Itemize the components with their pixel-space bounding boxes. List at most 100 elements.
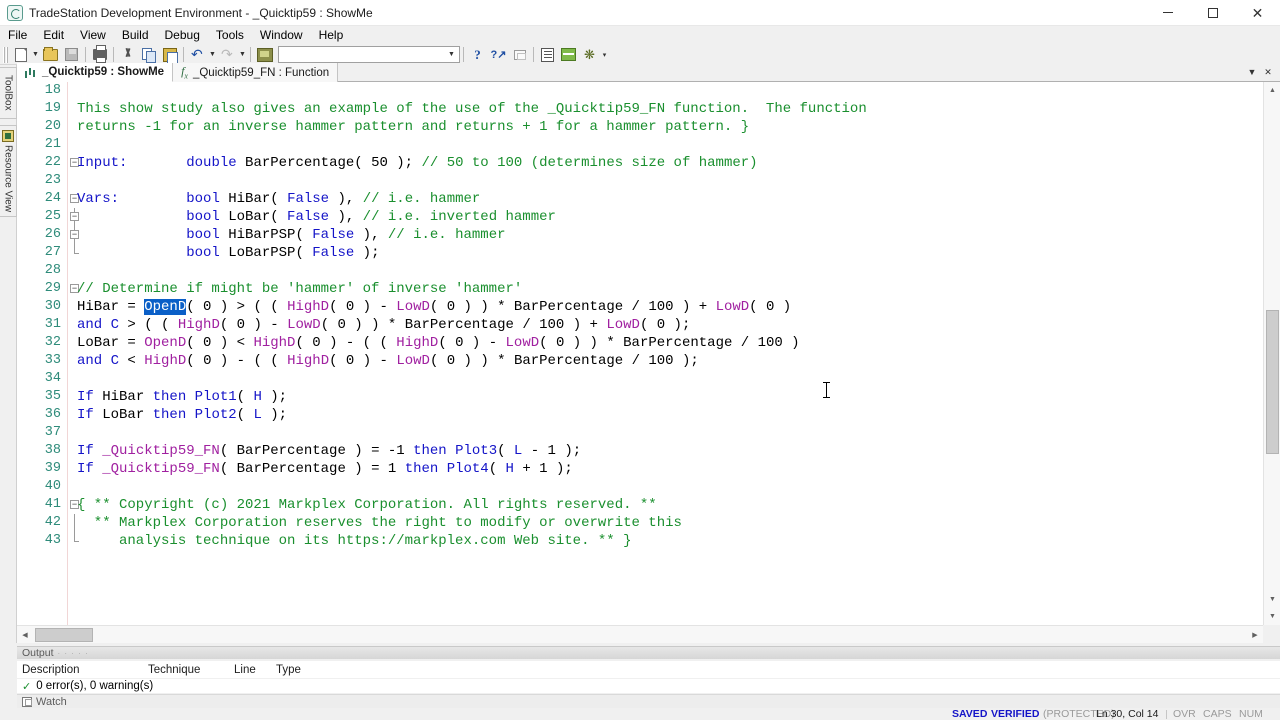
code-line[interactable]: 20 returns -1 for an inverse hammer patte… bbox=[17, 118, 1263, 136]
menu-file[interactable]: File bbox=[0, 26, 35, 45]
code-text[interactable]: HiBar = OpenD( 0 ) > ( ( HighD( 0 ) - Lo… bbox=[77, 298, 791, 316]
code-editor[interactable]: 18 19 This show study also gives an exampl… bbox=[17, 82, 1263, 625]
scroll-left-arrow-icon[interactable]: ◀ bbox=[17, 626, 33, 643]
code-line[interactable]: 28 bbox=[17, 262, 1263, 280]
code-line[interactable]: 23 bbox=[17, 172, 1263, 190]
code-line[interactable]: 22− Input: double BarPercentage( 50 ); //… bbox=[17, 154, 1263, 172]
minimize-button[interactable] bbox=[1145, 0, 1190, 26]
code-content[interactable]: 18 19 This show study also gives an exampl… bbox=[17, 82, 1263, 625]
code-line[interactable]: 29−// Determine if might be 'hammer' of … bbox=[17, 280, 1263, 298]
code-line[interactable]: 43 analysis technique on its https://mar… bbox=[17, 532, 1263, 550]
context-help-button[interactable]: ?↗ bbox=[488, 46, 509, 64]
code-line[interactable]: 38 If _Quicktip59_FN( BarPercentage ) = -… bbox=[17, 442, 1263, 460]
code-line[interactable]: 18 bbox=[17, 82, 1263, 100]
verify-button[interactable] bbox=[254, 46, 275, 64]
scroll-up-arrow-icon[interactable]: ▲ bbox=[1264, 82, 1280, 99]
undo-dropdown[interactable]: ▼ bbox=[208, 46, 217, 64]
sidebar-tab-resource-view[interactable]: Resource View bbox=[0, 125, 17, 217]
save-button[interactable] bbox=[61, 46, 82, 64]
copy-button[interactable] bbox=[138, 46, 159, 64]
toolbar-grip[interactable] bbox=[3, 46, 8, 63]
output-result-row[interactable]: ✓ 0 error(s), 0 warning(s) bbox=[17, 679, 1280, 693]
format-button[interactable] bbox=[558, 46, 579, 64]
maximize-button[interactable] bbox=[1190, 0, 1235, 26]
code-line[interactable]: 39 If _Quicktip59_FN( BarPercentage ) = 1… bbox=[17, 460, 1263, 478]
paste-button[interactable] bbox=[159, 46, 180, 64]
code-text[interactable]: bool LoBarPSP( False ); bbox=[77, 244, 379, 262]
menu-view[interactable]: View bbox=[72, 26, 114, 45]
code-text[interactable]: If HiBar then Plot1( H ); bbox=[77, 388, 287, 406]
code-text[interactable]: returns -1 for an inverse hammer pattern… bbox=[77, 118, 749, 136]
chevron-down-icon[interactable]: ▼ bbox=[444, 51, 459, 58]
code-text[interactable]: and C < HighD( 0 ) - ( ( HighD( 0 ) - Lo… bbox=[77, 352, 699, 370]
column-type[interactable]: Type bbox=[276, 664, 301, 676]
undo-button[interactable] bbox=[187, 46, 208, 64]
code-line[interactable]: 34 bbox=[17, 370, 1263, 388]
column-description[interactable]: Description bbox=[22, 664, 80, 676]
close-button[interactable]: ✕ bbox=[1235, 0, 1280, 26]
code-text[interactable]: If LoBar then Plot2( L ); bbox=[77, 406, 287, 424]
code-line[interactable]: 41−{ ** Copyright (c) 2021 Markplex Corp… bbox=[17, 496, 1263, 514]
help-button[interactable]: ? bbox=[467, 46, 488, 64]
favorites-button[interactable]: ❋ bbox=[579, 46, 600, 64]
tab-list-dropdown-icon[interactable]: ▼ bbox=[1246, 67, 1258, 77]
code-text[interactable]: LoBar = OpenD( 0 ) < HighD( 0 ) - ( ( Hi… bbox=[77, 334, 800, 352]
column-technique[interactable]: Technique bbox=[148, 664, 200, 676]
code-text[interactable]: This show study also gives an example of… bbox=[77, 100, 867, 118]
code-text[interactable]: Input: double BarPercentage( 50 ); // 50… bbox=[77, 154, 758, 172]
code-line[interactable]: 42 ** Markplex Corporation reserves the … bbox=[17, 514, 1263, 532]
code-line[interactable]: 33 and C < HighD( 0 ) - ( ( HighD( 0 ) - … bbox=[17, 352, 1263, 370]
code-text[interactable]: ** Markplex Corporation reserves the rig… bbox=[77, 514, 682, 532]
scroll-down-arrow-icon[interactable]: ▼ bbox=[1264, 591, 1280, 608]
bookmark-button[interactable] bbox=[509, 46, 530, 64]
toolbar-overflow-button[interactable]: ▾ bbox=[600, 46, 609, 64]
code-line[interactable]: 32 LoBar = OpenD( 0 ) < HighD( 0 ) - ( ( … bbox=[17, 334, 1263, 352]
code-line[interactable]: 25− bool LoBar( False ), // i.e. inverte… bbox=[17, 208, 1263, 226]
menu-edit[interactable]: Edit bbox=[35, 26, 72, 45]
code-text[interactable]: If _Quicktip59_FN( BarPercentage ) = -1 … bbox=[77, 442, 581, 460]
code-text[interactable]: Vars: bool HiBar( False ), // i.e. hamme… bbox=[77, 190, 480, 208]
cut-button[interactable] bbox=[117, 46, 138, 64]
tab-quicktip59-fn-function[interactable]: fx _Quicktip59_FN : Function bbox=[173, 63, 339, 82]
menu-build[interactable]: Build bbox=[114, 26, 157, 45]
sidebar-tab-toolbox[interactable]: ToolBox bbox=[0, 67, 17, 119]
code-text[interactable]: // Determine if might be 'hammer' of inv… bbox=[77, 280, 522, 298]
menu-help[interactable]: Help bbox=[311, 26, 352, 45]
menu-tools[interactable]: Tools bbox=[208, 26, 252, 45]
menu-debug[interactable]: Debug bbox=[157, 26, 208, 45]
search-combobox[interactable]: ▼ bbox=[278, 46, 460, 63]
code-text[interactable]: If _Quicktip59_FN( BarPercentage ) = 1 t… bbox=[77, 460, 573, 478]
code-line[interactable]: 31 and C > ( ( HighD( 0 ) - LowD( 0 ) ) *… bbox=[17, 316, 1263, 334]
code-text[interactable]: { ** Copyright (c) 2021 Markplex Corpora… bbox=[77, 496, 657, 514]
tab-quicktip59-showme[interactable]: _Quicktip59 : ShowMe bbox=[17, 63, 174, 82]
code-line[interactable]: 19 This show study also gives an example … bbox=[17, 100, 1263, 118]
menu-window[interactable]: Window bbox=[252, 26, 311, 45]
code-text[interactable]: bool LoBar( False ), // i.e. inverted ha… bbox=[77, 208, 556, 226]
output-panel-grip[interactable]: · · · · · bbox=[58, 649, 89, 658]
editor-vertical-scrollbar[interactable]: ▲ ▼ ▼ bbox=[1263, 82, 1280, 625]
code-text[interactable]: bool HiBarPSP( False ), // i.e. hammer bbox=[77, 226, 505, 244]
column-line[interactable]: Line bbox=[234, 664, 256, 676]
scroll-right-arrow-icon[interactable]: ▶ bbox=[1247, 626, 1263, 643]
search-input[interactable] bbox=[279, 48, 439, 61]
watch-panel-tab[interactable]: Watch bbox=[17, 694, 1280, 708]
code-line[interactable]: 21 bbox=[17, 136, 1263, 154]
code-text[interactable]: and C > ( ( HighD( 0 ) - LowD( 0 ) ) * B… bbox=[77, 316, 690, 334]
print-button[interactable] bbox=[89, 45, 110, 64]
new-document-button[interactable] bbox=[10, 46, 31, 64]
new-document-dropdown[interactable]: ▼ bbox=[31, 46, 40, 64]
code-line[interactable]: 36 If LoBar then Plot2( L ); bbox=[17, 406, 1263, 424]
code-line[interactable]: 40 bbox=[17, 478, 1263, 496]
code-line[interactable]: 37 bbox=[17, 424, 1263, 442]
code-line[interactable]: 30 HiBar = OpenD( 0 ) > ( ( HighD( 0 ) - … bbox=[17, 298, 1263, 316]
scroll-split-arrow-icon[interactable]: ▼ bbox=[1264, 608, 1280, 625]
code-line[interactable]: 27 bool LoBarPSP( False ); bbox=[17, 244, 1263, 262]
tab-close-icon[interactable]: ✕ bbox=[1262, 67, 1274, 78]
redo-button[interactable] bbox=[217, 46, 238, 64]
open-file-button[interactable] bbox=[40, 46, 61, 64]
code-text[interactable]: analysis technique on its https://markpl… bbox=[77, 532, 632, 550]
properties-button[interactable] bbox=[537, 46, 558, 64]
vertical-scroll-thumb[interactable] bbox=[1266, 310, 1279, 454]
horizontal-scroll-thumb[interactable] bbox=[35, 628, 93, 642]
code-line[interactable]: 35 If HiBar then Plot1( H ); bbox=[17, 388, 1263, 406]
